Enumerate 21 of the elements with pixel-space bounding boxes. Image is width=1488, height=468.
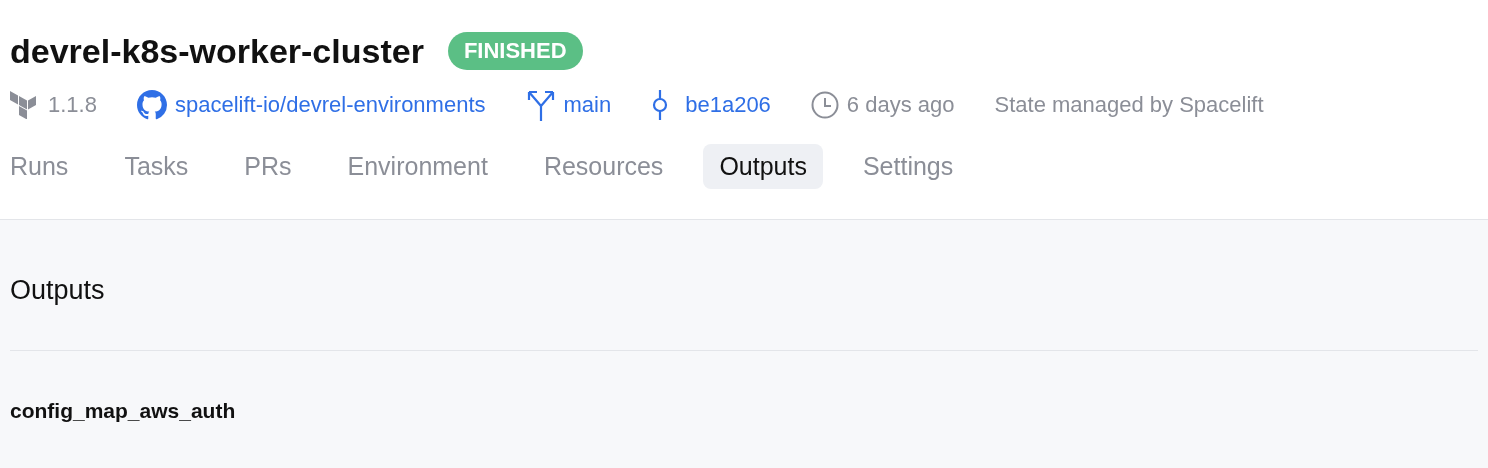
tab[interactable]: Outputs: [703, 143, 823, 189]
section-heading: Outputs: [10, 219, 1478, 351]
repo-link[interactable]: spacelift-io/devrel-environments: [174, 88, 486, 121]
time-text: 6 days ago: [846, 91, 955, 119]
tab[interactable]: Environment: [331, 143, 504, 189]
tab[interactable]: Resources: [527, 143, 680, 189]
commit-link[interactable]: be1a206: [685, 88, 771, 121]
stack-title: devrel-k8s-worker-cluster: [10, 33, 424, 68]
commit-icon: [651, 89, 670, 120]
clock-icon: [810, 90, 839, 119]
version-text: 1.1.8: [48, 91, 97, 119]
github-icon: [136, 89, 167, 120]
output-name: config_map_aws_auth: [10, 398, 237, 424]
tab[interactable]: Tasks: [108, 143, 205, 189]
terraform-icon: [10, 90, 36, 119]
branch-link[interactable]: main: [563, 88, 612, 121]
tab[interactable]: PRs: [228, 143, 308, 189]
state-text: State managed by Spacelift: [994, 91, 1264, 119]
status-badge: FINISHED: [447, 32, 583, 70]
tab[interactable]: Settings: [846, 143, 970, 189]
tab[interactable]: Runs: [0, 143, 85, 189]
